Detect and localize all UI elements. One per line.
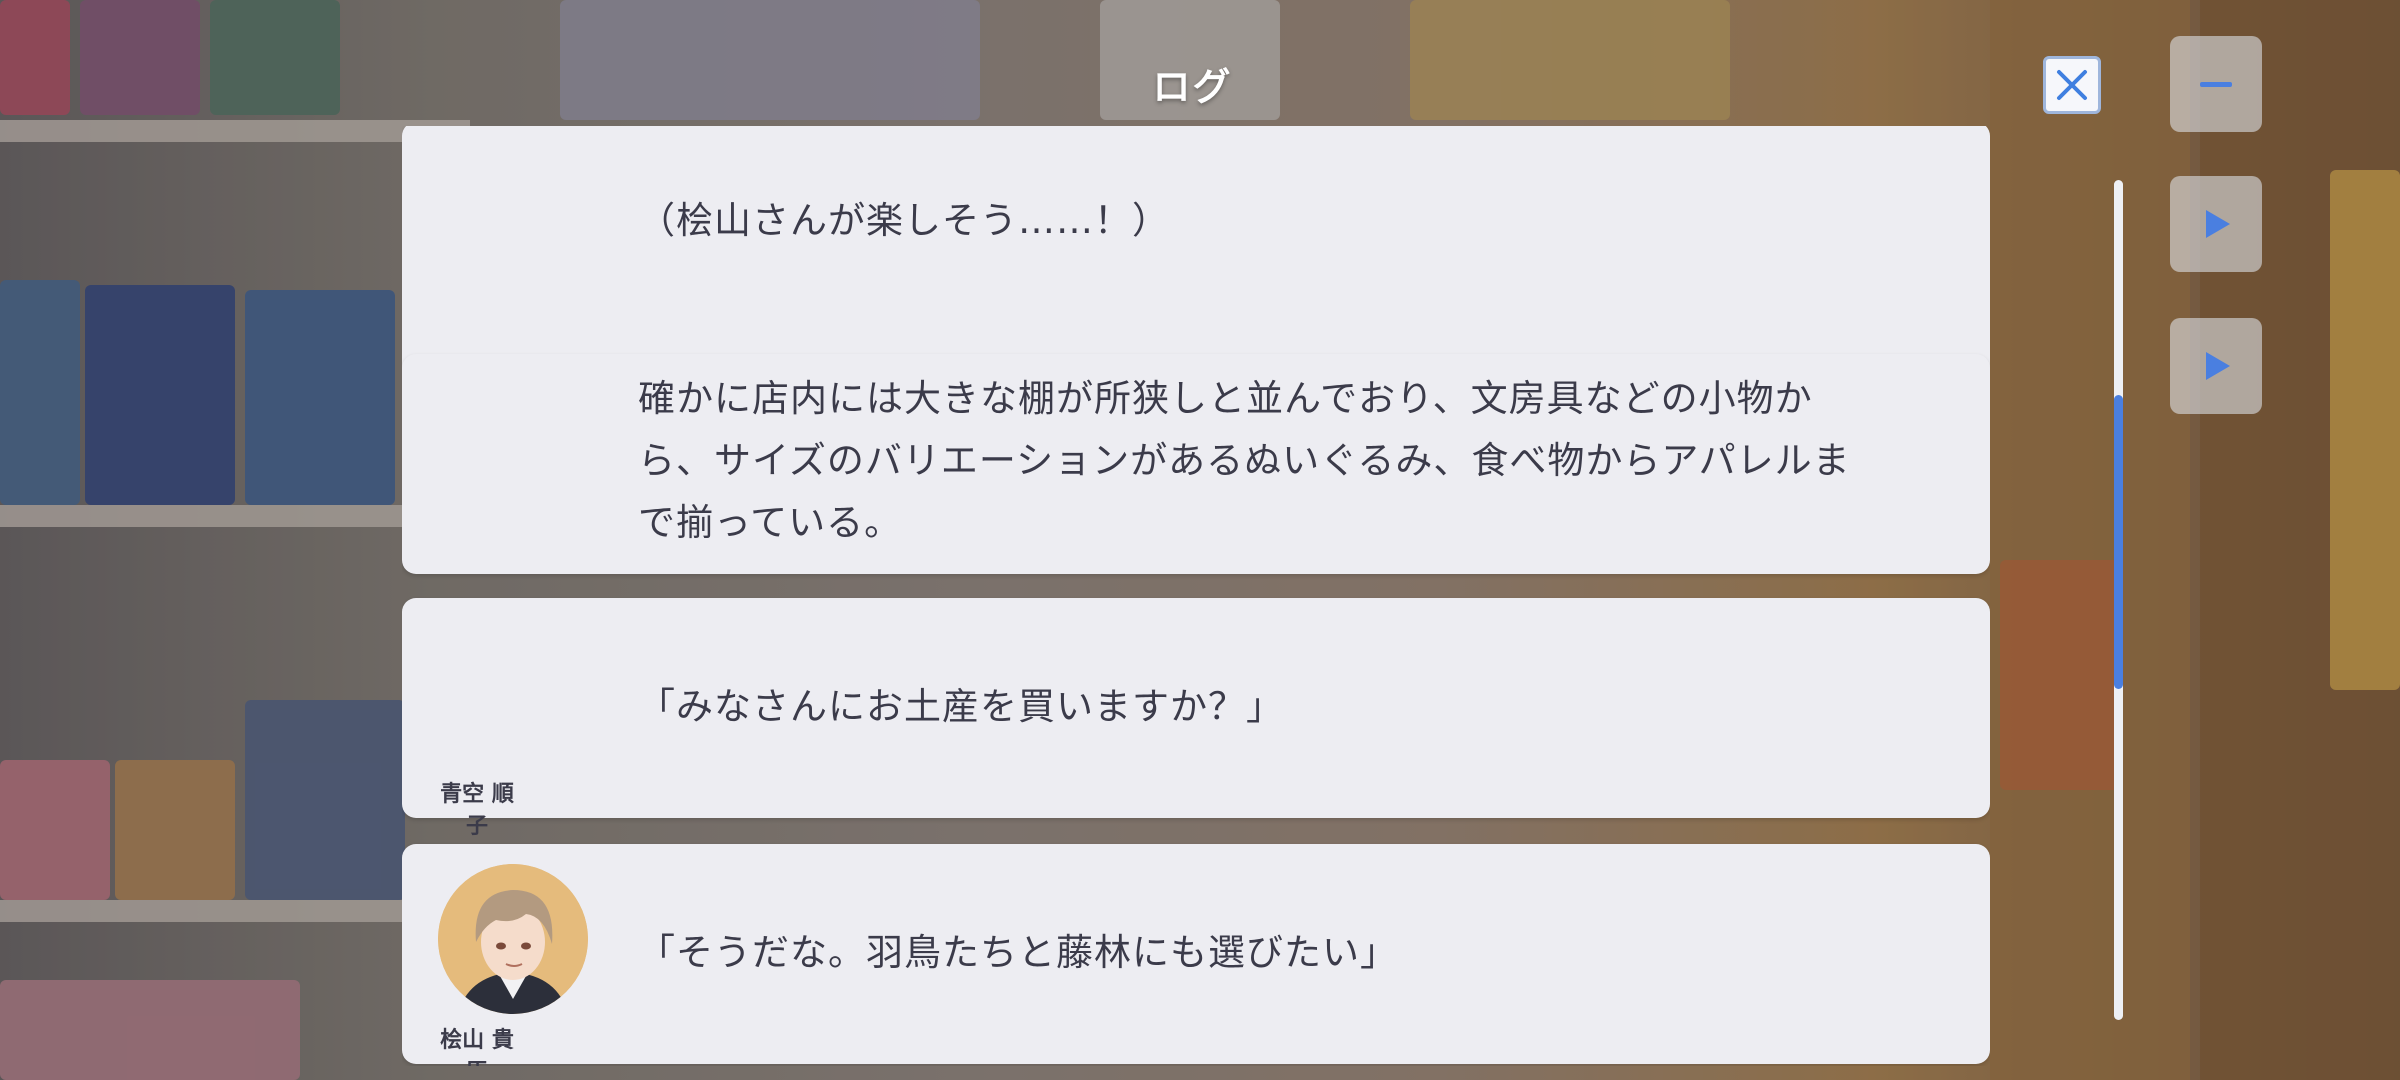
close-icon (2057, 70, 2087, 100)
log-entry-text: （桧山さんが楽しそう……！） (638, 199, 1170, 242)
log-entry-text: 確かに店内には大きな棚が所狭しと並んでおり、文房具などの小物から、サイズのバリエ… (638, 377, 1851, 544)
play-icon (2206, 352, 2230, 380)
log-entry: 確かに店内には大きな棚が所狭しと並んでおり、文房具などの小物から、サイズのバリエ… (402, 354, 1990, 574)
scrollbar-thumb[interactable] (2114, 395, 2123, 689)
log-list[interactable]: （桧山さんが楽しそう……！） 確かに店内には大きな棚が所狭しと並んでおり、文房具… (402, 126, 1990, 1066)
skip-button[interactable] (2170, 318, 2262, 414)
log-entry-text: 「そうだな。羽鳥たちと藤林にも選びたい」 (638, 931, 1398, 974)
log-title: ログ (1152, 65, 1233, 109)
speaker-name: 青空 順子 (440, 782, 514, 839)
play-icon (2206, 210, 2230, 238)
close-button[interactable] (2043, 56, 2101, 114)
log-entry: 「そうだな。羽鳥たちと藤林にも選びたい」 桧山 貴臣 (402, 844, 1990, 1066)
log-entry-text: 「みなさんにお土産を買いますか？」 (638, 685, 1284, 728)
log-scrollbar[interactable] (2114, 180, 2123, 1020)
log-entry: 「みなさんにお土産を買いますか？」 青空 順子 (402, 598, 1990, 839)
speaker-avatar (438, 864, 588, 1014)
auto-play-button[interactable] (2170, 176, 2262, 272)
speaker-name: 桧山 貴臣 (440, 1028, 514, 1066)
